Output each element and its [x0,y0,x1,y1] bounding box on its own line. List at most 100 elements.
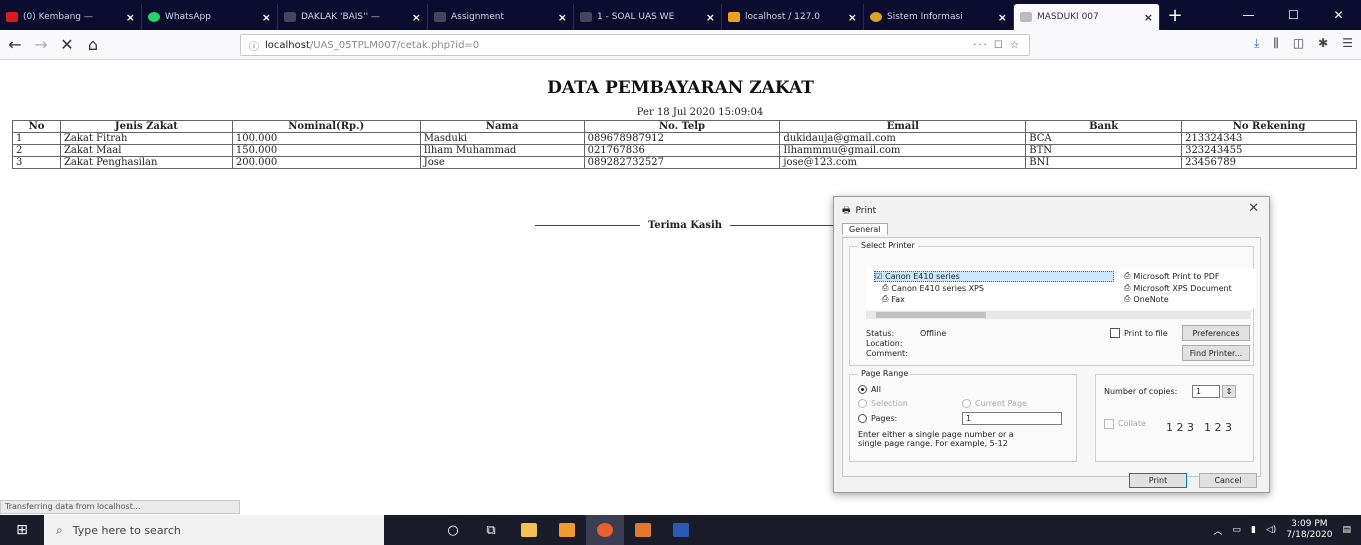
taskbar: ⊞ ⌕ Type here to search ○ ⧉ ︿ ▭ ▮ ◁) 3:0… [0,515,1361,545]
printer-item-onenote[interactable]: ⎙ OneNote [1124,294,1169,304]
battery-icon[interactable]: ▮ [1251,525,1256,535]
cortana-icon[interactable]: ○ [434,515,472,545]
library-icon[interactable]: ⫼ [1273,36,1279,51]
search-icon: ⌕ [56,522,63,537]
tab-close-icon[interactable]: × [262,11,271,24]
table-cell: 2 [12,144,61,157]
tab-close-icon[interactable]: × [998,11,1007,24]
stop-icon[interactable]: ✕ [56,35,78,54]
firefox-icon[interactable] [586,515,624,545]
comment-label: Comment: [866,349,908,358]
maximize-icon[interactable]: ☐ [1271,8,1316,22]
file-explorer-icon[interactable] [510,515,548,545]
pages-input[interactable]: 1 [962,412,1062,425]
tab-close-icon[interactable]: × [126,11,135,24]
browser-tab[interactable]: 1 - SOAL UAS WE × [574,4,722,30]
url-host: localhost [265,39,310,51]
app-icon[interactable] [548,515,586,545]
tab-close-icon[interactable]: × [412,11,421,24]
checked-printer-icon: ☑ [875,272,883,281]
close-window-icon[interactable]: ✕ [1316,8,1361,22]
printer-item-canon-xps[interactable]: ⎙ Canon E410 series XPS [882,283,984,293]
all-pages-label: All [871,385,881,394]
preferences-button[interactable]: Preferences [1182,325,1250,341]
volume-icon[interactable]: ◁) [1266,525,1276,535]
tab-title: Sistem Informasi [887,12,963,22]
download-icon[interactable]: ⤓ [1254,36,1259,51]
tab-close-icon[interactable]: × [558,11,567,24]
network-icon[interactable]: ▭ [1232,525,1241,535]
browser-tab[interactable]: WhatsApp × [142,4,278,30]
task-view-icon[interactable]: ⧉ [472,515,510,545]
printer-item-xps[interactable]: ⎙ Microsoft XPS Document [1124,283,1232,293]
toolbar-right: ⤓ ⫼ ◫ ✱ ☰ [1254,36,1353,51]
copies-input[interactable]: 1 [1192,385,1220,398]
table-cell: Zakat Maal [59,144,233,157]
extension-icon[interactable]: ✱ [1318,36,1328,51]
clock[interactable]: 3:09 PM 7/18/2020 [1286,519,1332,541]
table-cell: 3 [12,156,61,169]
tray-chevron-icon[interactable]: ︿ [1213,524,1222,537]
collate-pages-icon-a: 1 2 3 [1166,421,1194,434]
table-cell: Ilhammmu@gmail.com [779,144,1027,157]
taskbar-search[interactable]: ⌕ Type here to search [44,515,384,545]
clock-time: 3:09 PM [1291,519,1328,529]
forward-icon[interactable]: → [30,35,52,54]
printer-list-scrollbar[interactable] [866,311,1251,319]
browser-tab-active[interactable]: MASDUKI 007 × [1014,4,1160,30]
notifications-icon[interactable]: ▤ [1342,525,1351,535]
word-icon[interactable] [662,515,700,545]
dialog-close-icon[interactable]: ✕ [1248,201,1259,216]
tab-close-icon[interactable]: × [706,11,715,24]
collate-checkbox[interactable] [1104,419,1114,429]
table-row: 1 Zakat Fitrah 100.000 Masduki 089678987… [12,132,1357,145]
all-pages-radio[interactable] [858,385,867,394]
print-button[interactable]: Print [1129,473,1187,488]
menu-icon[interactable]: ☰ [1342,36,1353,51]
table-cell: dukidauja@gmail.com [779,132,1027,145]
table-row: 2 Zakat Maal 150.000 Ilham Muhammad 0217… [12,144,1357,157]
print-to-file-checkbox[interactable] [1110,328,1120,338]
browser-tab[interactable]: (0) Kembang — × [0,4,142,30]
home-icon[interactable]: ⌂ [82,35,104,54]
new-tab-button[interactable]: + [1160,4,1190,30]
sidebar-icon[interactable]: ◫ [1293,36,1304,51]
printer-item-fax[interactable]: ⎙ Fax [882,294,905,304]
page-info-icon[interactable]: ⓘ [249,38,259,53]
browser-tab[interactable]: localhost / 127.0 × [722,4,864,30]
printer-name: Canon E410 series [885,272,960,281]
tab-close-icon[interactable]: × [848,11,857,24]
scrollbar-thumb[interactable] [876,312,986,318]
printer-name: Microsoft Print to PDF [1133,271,1220,281]
tab-close-icon[interactable]: × [1144,11,1153,24]
dialog-tabs: General [842,223,888,235]
tab-general[interactable]: General [842,223,888,235]
divider-line [730,225,836,226]
current-page-radio[interactable] [962,399,971,408]
back-icon[interactable]: ← [4,35,26,54]
tab-favicon-icon [580,12,592,22]
tab-title: Assignment [451,12,504,22]
url-bar[interactable]: ⓘ localhost /UAS_05TPLM007/cetak.php?id=… [240,34,1030,56]
selection-radio[interactable] [858,399,867,408]
printer-item-canon[interactable]: ☑ Canon E410 series [874,271,1114,282]
tab-favicon-icon [284,12,296,22]
minimize-icon[interactable]: — [1226,8,1271,22]
browser-tab[interactable]: Assignment × [428,4,574,30]
cancel-button[interactable]: Cancel [1199,473,1257,488]
copies-spinner-icon[interactable]: ⇕ [1222,385,1236,398]
browser-tab[interactable]: DAKLAK 'BAIS'' — × [278,4,428,30]
windows-start-icon[interactable]: ⊞ [0,515,44,545]
url-actions[interactable]: ··· ☐ ☆ [973,40,1021,51]
browser-tab[interactable]: Sistem Informasi × [864,4,1014,30]
column-header: No [12,120,61,133]
divider-line [535,225,640,226]
printer-list[interactable]: ☑ Canon E410 series ⎙ Canon E410 series … [866,269,1256,309]
pages-radio[interactable] [858,414,867,423]
table-cell: BCA [1025,132,1183,145]
find-printer-button[interactable]: Find Printer... [1182,345,1250,361]
app-icon[interactable] [624,515,662,545]
thanks-divider: Terima Kasih [535,220,836,231]
printer-item-pdf[interactable]: ⎙ Microsoft Print to PDF [1124,271,1219,281]
table-cell: 23456789 [1181,156,1357,169]
